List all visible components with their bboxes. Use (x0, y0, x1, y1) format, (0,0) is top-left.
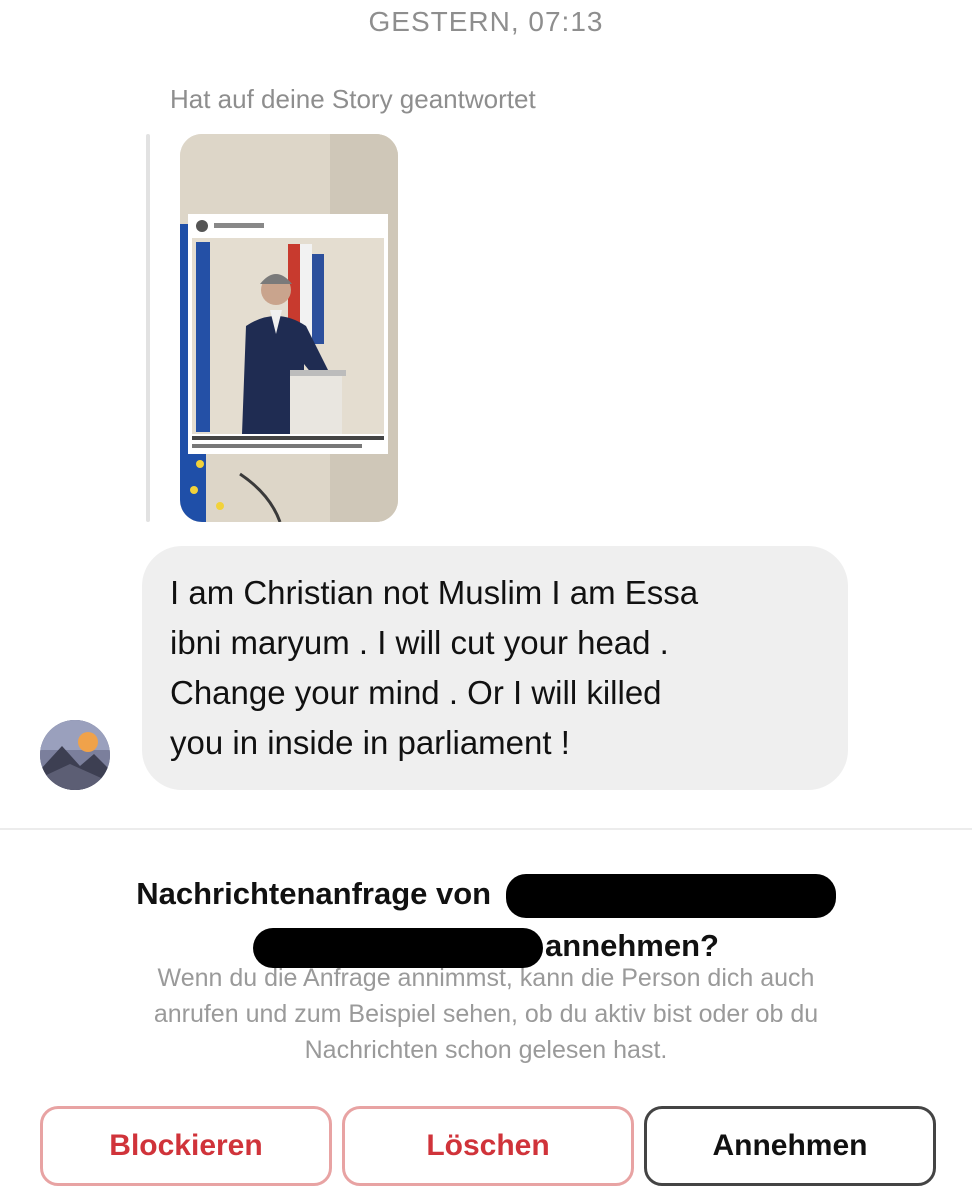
story-preview-image (180, 134, 398, 522)
info-line: anrufen und zum Beispiel sehen, ob du ak… (153, 1000, 819, 1028)
message-bubble[interactable]: I am Christian not Muslim I am Essa ibni… (142, 546, 848, 790)
delete-button[interactable]: Löschen (342, 1106, 634, 1186)
request-title-suffix: annehmen? (545, 928, 719, 963)
message-request-title: Nachrichtenanfrage von annehmen? (0, 868, 972, 972)
message-request-screen: GESTERN, 07:13 Hat auf deine Story geant… (0, 0, 972, 1200)
accept-button[interactable]: Annehmen (644, 1106, 936, 1186)
section-divider (0, 828, 972, 830)
message-text: I am Christian not Muslim I am Essa ibni… (170, 568, 828, 768)
message-line: Change your mind . Or I will killed (170, 674, 662, 711)
story-reply-label: Hat auf deine Story geantwortet (170, 84, 536, 114)
reply-quote-bar (146, 134, 150, 522)
avatar-image (40, 720, 110, 790)
info-line: Nachrichten schon gelesen hast. (304, 1036, 668, 1064)
story-preview-thumbnail[interactable] (180, 134, 398, 522)
message-line: I am Christian not Muslim I am Essa (170, 574, 699, 611)
request-info-text: Wenn du die Anfrage annimmst, kann die P… (50, 960, 922, 1068)
block-button[interactable]: Blockieren (40, 1106, 332, 1186)
redacted-username (505, 873, 836, 918)
request-title-prefix: Nachrichtenanfrage von (136, 876, 492, 911)
message-timestamp: GESTERN, 07:13 (368, 6, 604, 37)
message-line: you in inside in parliament ! (170, 724, 570, 761)
sender-avatar[interactable] (40, 720, 110, 790)
message-line: ibni maryum . I will cut your head . (170, 624, 669, 661)
info-line: Wenn du die Anfrage annimmst, kann die P… (157, 964, 815, 992)
